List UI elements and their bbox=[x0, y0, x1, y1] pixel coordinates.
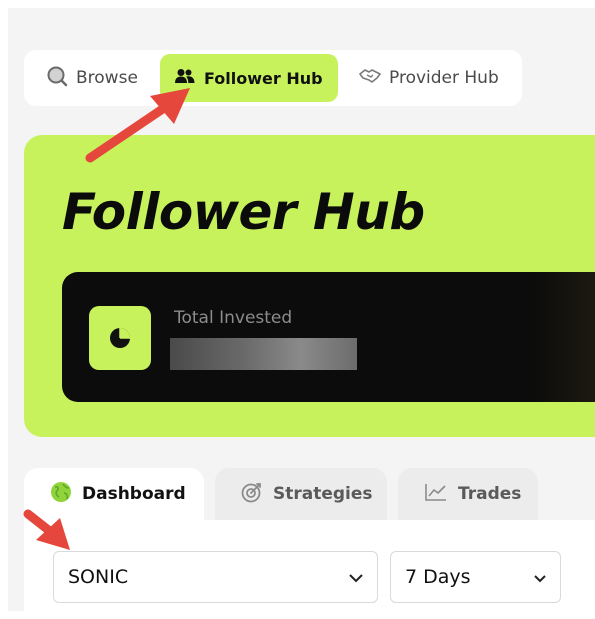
search-icon bbox=[46, 65, 68, 92]
tab-dashboard-label: Dashboard bbox=[82, 484, 186, 504]
tab-dashboard[interactable]: Dashboard bbox=[24, 468, 204, 520]
tab-provider-hub-label: Provider Hub bbox=[389, 68, 499, 88]
chevron-down-icon bbox=[534, 566, 546, 588]
pie-chart-icon bbox=[89, 306, 151, 370]
tab-provider-hub[interactable]: Provider Hub bbox=[349, 54, 509, 102]
target-icon bbox=[241, 481, 263, 508]
chevron-down-icon bbox=[349, 566, 363, 588]
tab-follower-hub[interactable]: Follower Hub bbox=[160, 54, 338, 102]
tab-trades[interactable]: Trades bbox=[398, 468, 538, 520]
handshake-icon bbox=[359, 68, 381, 89]
total-invested-value-redacted bbox=[170, 338, 357, 370]
tab-browse[interactable]: Browse bbox=[36, 54, 148, 102]
network-select-value: SONIC bbox=[68, 566, 129, 588]
tab-follower-hub-label: Follower Hub bbox=[204, 68, 323, 88]
tab-browse-label: Browse bbox=[76, 68, 138, 88]
period-select-value: 7 Days bbox=[405, 566, 471, 588]
globe-icon bbox=[50, 481, 72, 508]
page-title: Follower Hub bbox=[62, 183, 425, 241]
total-invested-card: Total Invested bbox=[62, 272, 595, 402]
card-glow bbox=[535, 272, 595, 402]
total-invested-label: Total Invested bbox=[174, 308, 293, 328]
tab-strategies[interactable]: Strategies bbox=[215, 468, 387, 520]
users-icon bbox=[174, 68, 196, 88]
trend-chart-icon bbox=[424, 482, 448, 507]
tab-trades-label: Trades bbox=[458, 484, 522, 504]
period-select[interactable]: 7 Days bbox=[390, 551, 561, 603]
tab-strategies-label: Strategies bbox=[273, 484, 373, 504]
network-select[interactable]: SONIC bbox=[53, 551, 378, 603]
hub-tab-bar: Browse Follower Hub Provider Hub bbox=[24, 50, 522, 106]
hero-card: Follower Hub Total Invested bbox=[24, 135, 595, 437]
section-tab-bar: Dashboard Strategies Trades bbox=[24, 468, 595, 520]
